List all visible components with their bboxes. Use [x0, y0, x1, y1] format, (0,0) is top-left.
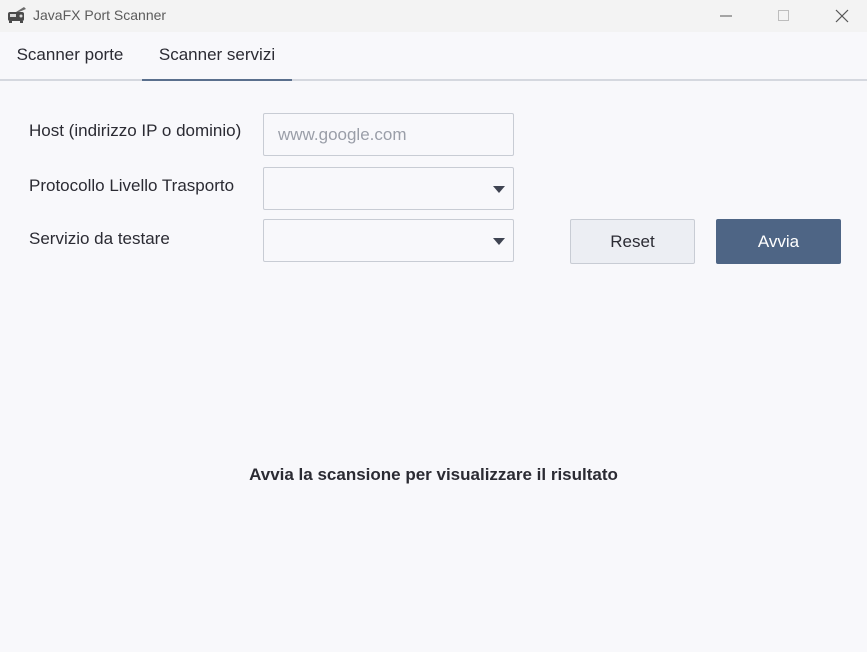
close-icon	[835, 9, 849, 23]
scanner-app-icon	[6, 6, 28, 24]
maximize-icon	[778, 10, 789, 21]
tab-bar: Scanner porte Scanner servizi	[0, 32, 867, 81]
service-select[interactable]	[263, 219, 514, 262]
host-label: Host (indirizzo IP o dominio)	[29, 121, 242, 140]
host-field-container	[263, 113, 514, 156]
reset-button[interactable]: Reset	[570, 219, 695, 264]
minimize-icon	[720, 15, 732, 17]
host-input[interactable]	[264, 114, 513, 155]
chevron-down-icon	[493, 238, 505, 245]
minimize-button[interactable]	[703, 0, 749, 32]
tab-scanner-servizi[interactable]: Scanner servizi	[142, 32, 292, 81]
protocol-label: Protocollo Livello Trasporto	[29, 176, 235, 195]
status-message: Avvia la scansione per visualizzare il r…	[249, 465, 618, 484]
start-scan-button[interactable]: Avvia	[716, 219, 841, 264]
title-bar: JavaFX Port Scanner	[0, 0, 867, 32]
service-label: Servizio da testare	[29, 229, 170, 248]
protocol-select[interactable]	[263, 167, 514, 210]
maximize-button[interactable]	[761, 0, 807, 32]
close-button[interactable]	[819, 0, 865, 32]
tab-scanner-porte[interactable]: Scanner porte	[0, 32, 140, 79]
window-title: JavaFX Port Scanner	[33, 7, 167, 23]
chevron-down-icon	[493, 186, 505, 193]
